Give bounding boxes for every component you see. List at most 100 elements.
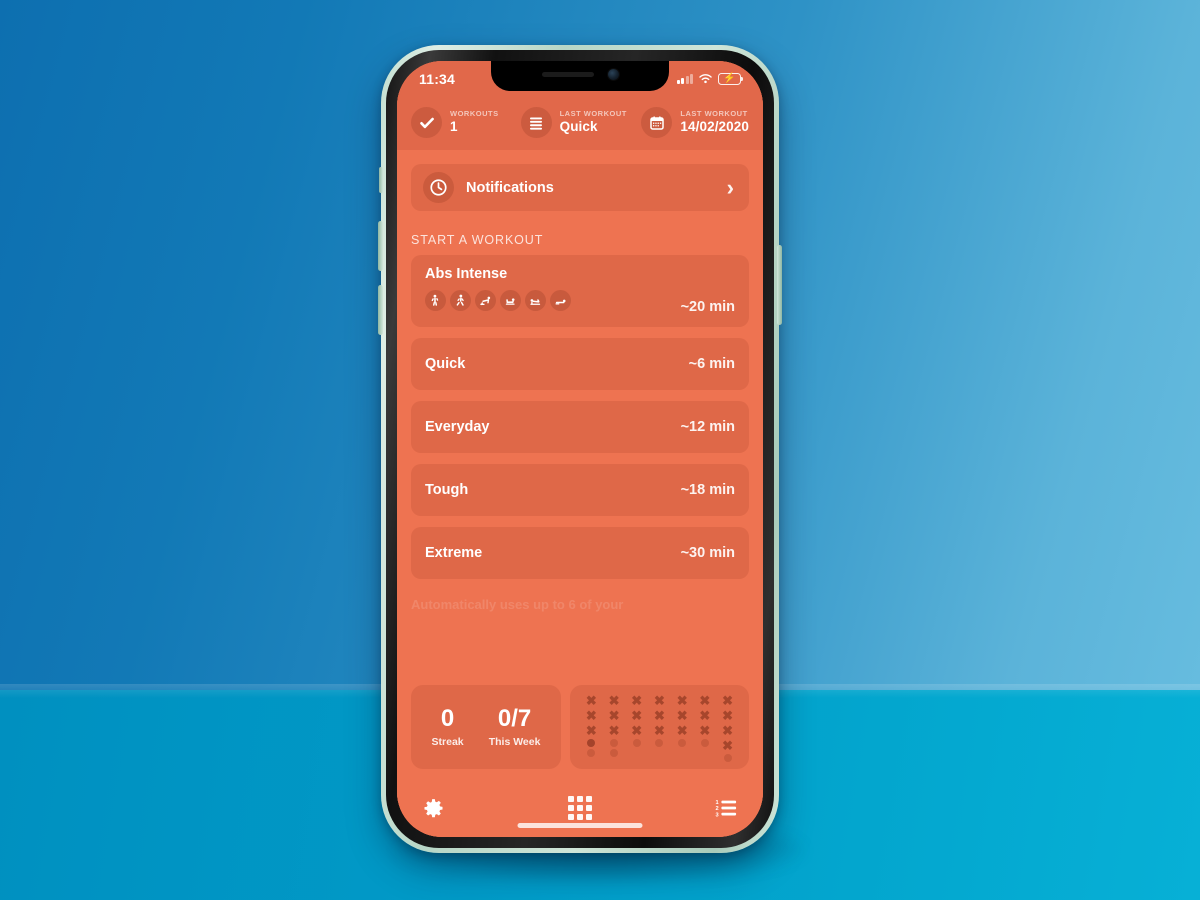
- header-stat-last-workout-name[interactable]: LAST WORKOUT Quick: [520, 107, 642, 138]
- history-cross-icon: ✖: [585, 723, 597, 738]
- tab-exercises[interactable]: 1 2 3: [715, 799, 737, 818]
- history-column: ✖ ✖ ✖: [699, 694, 710, 747]
- workout-duration: ~18 min: [680, 482, 735, 498]
- history-cross-icon: ✖: [608, 693, 620, 708]
- workout-duration: ~6 min: [688, 356, 735, 372]
- header-stat-value: 14/02/2020: [680, 119, 749, 135]
- phone-screen: 11:34 ⚡ WORKOUTS 1 LAST WORKOUT Quick LA…: [397, 61, 763, 837]
- grid-icon: [567, 796, 592, 820]
- workout-card-featured[interactable]: Abs Intense ~20 min: [411, 255, 749, 327]
- workout-name: Everyday: [425, 419, 490, 435]
- screen-notch: [491, 61, 669, 91]
- gear-icon: [424, 798, 443, 817]
- history-column: ✖ ✖ ✖: [586, 694, 597, 757]
- history-column: ✖ ✖ ✖: [654, 694, 665, 747]
- history-dot: [587, 749, 596, 757]
- history-column: ✖ ✖ ✖: [609, 694, 620, 757]
- history-dot: [587, 739, 596, 747]
- history-cross-icon: ✖: [654, 708, 665, 723]
- volume-up-button[interactable]: [378, 221, 383, 271]
- workout-row-tough[interactable]: Tough ~18 min: [411, 464, 749, 516]
- cellular-signal-icon: [676, 73, 693, 84]
- calendar-icon: [641, 107, 673, 138]
- notifications-row[interactable]: Notifications ›: [411, 164, 749, 211]
- history-cross-icon: ✖: [585, 708, 597, 723]
- power-button[interactable]: [777, 245, 782, 325]
- check-circle-icon: [411, 107, 442, 138]
- history-cross-icon: ✖: [699, 723, 711, 738]
- history-cross-icon: ✖: [608, 723, 620, 738]
- history-dot: [678, 739, 687, 747]
- workout-row-quick[interactable]: Quick ~6 min: [411, 338, 749, 390]
- history-cross-icon: ✖: [722, 693, 734, 708]
- workout-name: Tough: [425, 482, 469, 498]
- svg-text:2: 2: [715, 806, 718, 812]
- history-cross-icon: ✖: [585, 693, 597, 708]
- mute-switch-button[interactable]: [379, 167, 383, 193]
- header-stat-last-workout-date[interactable]: LAST WORKOUT 14/02/2020: [641, 107, 749, 138]
- history-dot: [723, 754, 732, 762]
- workout-duration: ~30 min: [680, 545, 735, 561]
- status-bar-time: 11:34: [419, 70, 456, 87]
- this-week-stat: 0/7 This Week: [489, 705, 541, 747]
- exercise-situp-icon: [500, 290, 521, 311]
- workout-row-everyday[interactable]: Everyday ~12 min: [411, 401, 749, 453]
- list-lines-icon: [520, 107, 552, 138]
- history-dot: [610, 749, 619, 757]
- svg-text:1: 1: [715, 800, 718, 806]
- header-stat-value: Quick: [559, 119, 598, 135]
- history-cross-icon: ✖: [722, 738, 734, 753]
- front-camera-icon: [607, 69, 619, 80]
- stats-strip: 0 Streak 0/7 This Week ✖ ✖ ✖ ✖ ✖ ✖ ✖ ✖ ✖ ✖ ✖ ✖ ✖ ✖ ✖ ✖ ✖…: [397, 685, 763, 779]
- header-stat-value: 1: [450, 119, 458, 135]
- phone-bezel: 11:34 ⚡ WORKOUTS 1 LAST WORKOUT Quick LA…: [386, 50, 774, 848]
- exercise-pushup-icon: [475, 290, 496, 311]
- header-stat-label: LAST WORKOUT: [680, 109, 748, 119]
- history-cross-icon: ✖: [676, 693, 688, 708]
- workout-name: Abs Intense: [425, 266, 508, 282]
- workout-duration: ~12 min: [680, 419, 735, 435]
- svg-text:3: 3: [715, 812, 718, 818]
- history-cross-icon: ✖: [676, 723, 688, 738]
- history-cross-icon: ✖: [722, 723, 734, 738]
- history-cross-icon: ✖: [654, 693, 665, 708]
- tab-bar: 1 2 3: [397, 779, 763, 837]
- chevron-right-icon: ›: [726, 174, 734, 200]
- notifications-label: Notifications: [466, 179, 554, 196]
- this-week-value: 0/7: [497, 705, 532, 733]
- workout-row-extreme[interactable]: Extreme ~30 min: [411, 527, 749, 579]
- header-stat-workouts[interactable]: WORKOUTS 1: [411, 107, 499, 138]
- history-cross-icon: ✖: [722, 708, 734, 723]
- header-stat-label: WORKOUTS: [450, 109, 499, 119]
- speaker-grille: [541, 72, 594, 77]
- workout-name: Quick: [425, 356, 466, 372]
- section-title: START A WORKOUT: [411, 233, 544, 247]
- exercise-lunge-icon: [450, 290, 471, 311]
- history-cross-icon: ✖: [631, 723, 643, 738]
- streak-value: 0: [440, 705, 455, 733]
- history-dot: [700, 739, 709, 747]
- history-cross-icon: ✖: [631, 708, 643, 723]
- workout-duration: ~20 min: [680, 299, 735, 315]
- status-bar-indicators: ⚡: [676, 72, 744, 85]
- app-content: Notifications › START A WORKOUT Abs Inte…: [397, 150, 763, 779]
- clock-icon: [423, 172, 454, 203]
- history-cross-icon: ✖: [699, 693, 711, 708]
- volume-down-button[interactable]: [378, 285, 383, 335]
- tab-settings[interactable]: [423, 798, 444, 819]
- streak-panel[interactable]: 0 Streak 0/7 This Week: [411, 685, 561, 769]
- history-cross-icon: ✖: [699, 708, 711, 723]
- workout-name: Extreme: [425, 545, 483, 561]
- history-column: ✖ ✖ ✖: [631, 694, 642, 747]
- history-dot: [632, 739, 641, 747]
- home-indicator[interactable]: [517, 823, 643, 828]
- exercise-standing-icon: [425, 290, 446, 311]
- wifi-icon: [699, 73, 712, 83]
- exercise-plank-icon: [525, 290, 546, 311]
- header-stat-label: LAST WORKOUT: [559, 109, 627, 119]
- history-cross-icon: ✖: [631, 693, 643, 708]
- history-dot: [655, 739, 664, 747]
- exercise-lying-icon: [550, 290, 571, 311]
- tab-workouts[interactable]: [567, 796, 592, 820]
- history-grid-panel[interactable]: ✖ ✖ ✖ ✖ ✖ ✖ ✖ ✖ ✖ ✖ ✖ ✖ ✖ ✖ ✖ ✖ ✖ ✖ ✖ ✖ ✖ ✖: [570, 685, 749, 769]
